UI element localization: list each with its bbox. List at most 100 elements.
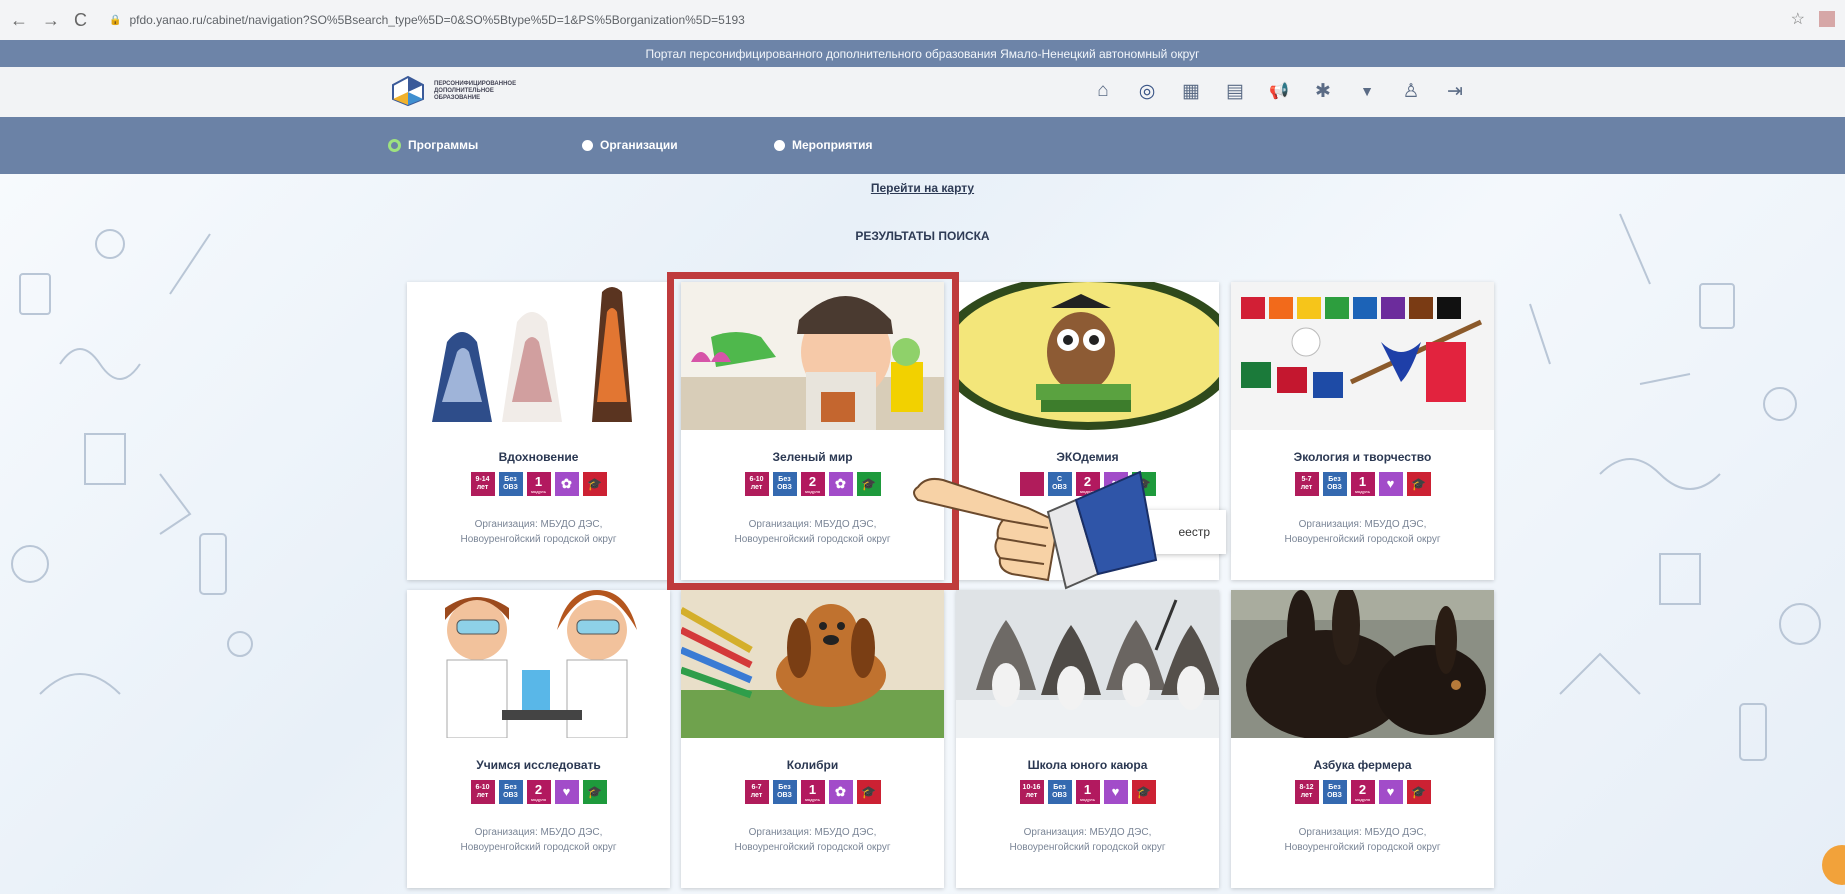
age-value: 6-10 <box>475 784 490 791</box>
age-unit: лет <box>750 792 763 799</box>
program-card[interactable]: Школа юного каюра 10-16 лет Без ОВЗ 1 модул… <box>956 590 1219 888</box>
age-badge: 8-12 лет <box>1294 780 1319 804</box>
age-unit: лет <box>1300 484 1313 491</box>
modules-count: 1 <box>808 781 817 797</box>
age-unit: лет <box>476 484 489 491</box>
program-image[interactable] <box>681 590 944 738</box>
program-card[interactable]: Учимся исследовать 6-10 лет Без ОВЗ 2 модул… <box>407 590 670 888</box>
org-line: Организация: МБУДО ДЭС, <box>1023 827 1152 838</box>
age-value: 6-7 <box>751 784 762 791</box>
org-line: Новоуренгойский городской округ <box>734 842 891 853</box>
ovz-badge: Без ОВЗ <box>772 780 797 804</box>
target-icon[interactable]: ◎ <box>1134 76 1160 106</box>
ovz-badge: Без ОВЗ <box>498 780 523 804</box>
program-card[interactable]: Экология и творчество 5-7 лет Без ОВЗ 1 мод… <box>1231 282 1494 580</box>
badge-row: 10-16 лет Без ОВЗ 1 модуль ♥ 🎓 <box>956 780 1219 804</box>
radio-icon[interactable] <box>582 139 593 151</box>
modules-badge: 2 модуля <box>1350 780 1375 804</box>
radio-selected-icon[interactable] <box>388 138 401 152</box>
age-badge: 10-16 лет <box>1019 780 1044 804</box>
filter-programs[interactable]: Программы <box>388 138 478 152</box>
url-text[interactable]: pfdo.yanao.ru/cabinet/navigation?SO%5Bse… <box>129 13 744 27</box>
graduation-cap-icon: 🎓 <box>582 472 607 496</box>
logout-icon[interactable]: ⇥ <box>1442 76 1468 106</box>
calendar-icon[interactable]: ▦ <box>1178 76 1204 106</box>
map-link[interactable]: Перейти на карту <box>0 181 1845 195</box>
badge-row: 6-10 лет Без ОВЗ 2 модуля ♥ 🎓 <box>407 780 670 804</box>
bookmark-star-icon[interactable]: ☆ <box>1791 9 1805 29</box>
lock-icon: 🔒 <box>109 14 122 26</box>
radio-icon[interactable] <box>774 139 785 151</box>
reload-icon[interactable]: C <box>74 10 87 31</box>
age-value: 9-14 <box>475 476 490 483</box>
filter-icon[interactable]: ▼ <box>1354 76 1380 106</box>
program-title[interactable]: Учимся исследовать <box>407 758 670 772</box>
program-image[interactable] <box>407 590 670 738</box>
badge-row: 9-14 лет Без ОВЗ 1 модуль ✿ 🎓 <box>407 472 670 496</box>
modules-count: 2 <box>534 781 543 797</box>
program-image[interactable] <box>1231 590 1494 738</box>
modules-unit: модуля <box>1355 796 1370 802</box>
home-icon[interactable]: ⌂ <box>1090 76 1116 106</box>
ovz-bottom: ОВЗ <box>503 484 518 491</box>
logo-mark-icon <box>392 75 424 107</box>
program-image[interactable] <box>407 282 670 430</box>
ovz-bottom: ОВЗ <box>1052 792 1067 799</box>
age-unit: лет <box>1300 792 1313 799</box>
program-card[interactable]: Азбука фермера 8-12 лет Без ОВЗ 2 модуля ♥ … <box>1231 590 1494 888</box>
site-logo[interactable]: ПЕРСОНИФИЦИРОВАННОЕ ДОПОЛНИТЕЛЬНОЕ ОБРАЗ… <box>390 75 574 107</box>
modules-badge: 2 модуля <box>526 780 551 804</box>
pointing-hand-icon <box>913 470 1158 590</box>
program-card[interactable]: Вдохновение 9-14 лет Без ОВЗ 1 модуль ✿ 🎓 О… <box>407 282 670 580</box>
program-image[interactable] <box>956 590 1219 738</box>
organization-info: Организация: МБУДО ДЭС, Новоуренгойский … <box>1231 825 1494 855</box>
asterisk-icon[interactable]: ✱ <box>1310 76 1336 106</box>
modules-unit: модуль <box>530 488 547 494</box>
badge-row: 6-7 лет Без ОВЗ 1 модуль ✿ 🎓 <box>681 780 944 804</box>
program-card[interactable]: Колибри 6-7 лет Без ОВЗ 1 модуль ✿ 🎓 Органи… <box>681 590 944 888</box>
logo-line: ПЕРСОНИФИЦИРОВАННОЕ <box>434 80 517 87</box>
org-line: Организация: МБУДО ДЭС, <box>474 827 603 838</box>
heart-icon: ♥ <box>1378 780 1403 804</box>
age-unit: лет <box>1025 792 1038 799</box>
document-icon[interactable]: ▤ <box>1222 76 1248 106</box>
program-title[interactable]: Азбука фермера <box>1231 758 1494 772</box>
ovz-badge: Без ОВЗ <box>1047 780 1072 804</box>
address-bar[interactable]: 🔒 pfdo.yanao.ru/cabinet/navigation?SO%5B… <box>109 7 1809 33</box>
program-image[interactable] <box>956 282 1219 430</box>
modules-count: 2 <box>1358 781 1367 797</box>
graduation-cap-icon: 🎓 <box>856 780 881 804</box>
age-value: 10-16 <box>1022 784 1041 791</box>
back-icon[interactable]: ← <box>10 10 28 31</box>
filter-events[interactable]: Мероприятия <box>774 138 873 152</box>
age-value: 8-12 <box>1299 784 1314 791</box>
program-title[interactable]: Вдохновение <box>407 450 670 464</box>
ovz-top: Без <box>1328 476 1341 483</box>
org-line: Новоуренгойский городской округ <box>1009 842 1166 853</box>
ovz-top: Без <box>1328 784 1341 791</box>
age-value: 5-7 <box>1301 476 1312 483</box>
ovz-top: Без <box>778 784 791 791</box>
site-header: ПЕРСОНИФИЦИРОВАННОЕ ДОПОЛНИТЕЛЬНОЕ ОБРАЗ… <box>0 67 1845 118</box>
modules-count: 1 <box>1083 781 1092 797</box>
map-link-text[interactable]: Перейти на карту <box>871 181 974 195</box>
program-image[interactable] <box>1231 282 1494 430</box>
graduation-cap-icon: 🎓 <box>1406 472 1431 496</box>
ovz-top: Без <box>504 784 517 791</box>
tooltip-text[interactable]: еестр <box>1178 525 1210 539</box>
filter-organizations[interactable]: Организации <box>582 138 678 152</box>
megaphone-icon[interactable]: 📢 <box>1266 76 1292 106</box>
program-title[interactable]: Экология и творчество <box>1231 450 1494 464</box>
ovz-badge: Без ОВЗ <box>1322 780 1347 804</box>
program-title[interactable]: Колибри <box>681 758 944 772</box>
ovz-bottom: ОВЗ <box>777 792 792 799</box>
modules-count: 1 <box>534 473 543 489</box>
portal-banner-text: Портал персонифицированного дополнительн… <box>645 46 1200 61</box>
forward-icon[interactable]: → <box>42 10 60 31</box>
filter-organizations-label: Организации <box>600 138 678 152</box>
people-icon[interactable]: ♙ <box>1398 76 1424 106</box>
program-title[interactable]: Школа юного каюра <box>956 758 1219 772</box>
organization-info: Организация: МБУДО ДЭС, Новоуренгойский … <box>407 517 670 547</box>
extension-icon[interactable] <box>1819 11 1835 27</box>
organization-info: Организация: МБУДО ДЭС, Новоуренгойский … <box>681 825 944 855</box>
